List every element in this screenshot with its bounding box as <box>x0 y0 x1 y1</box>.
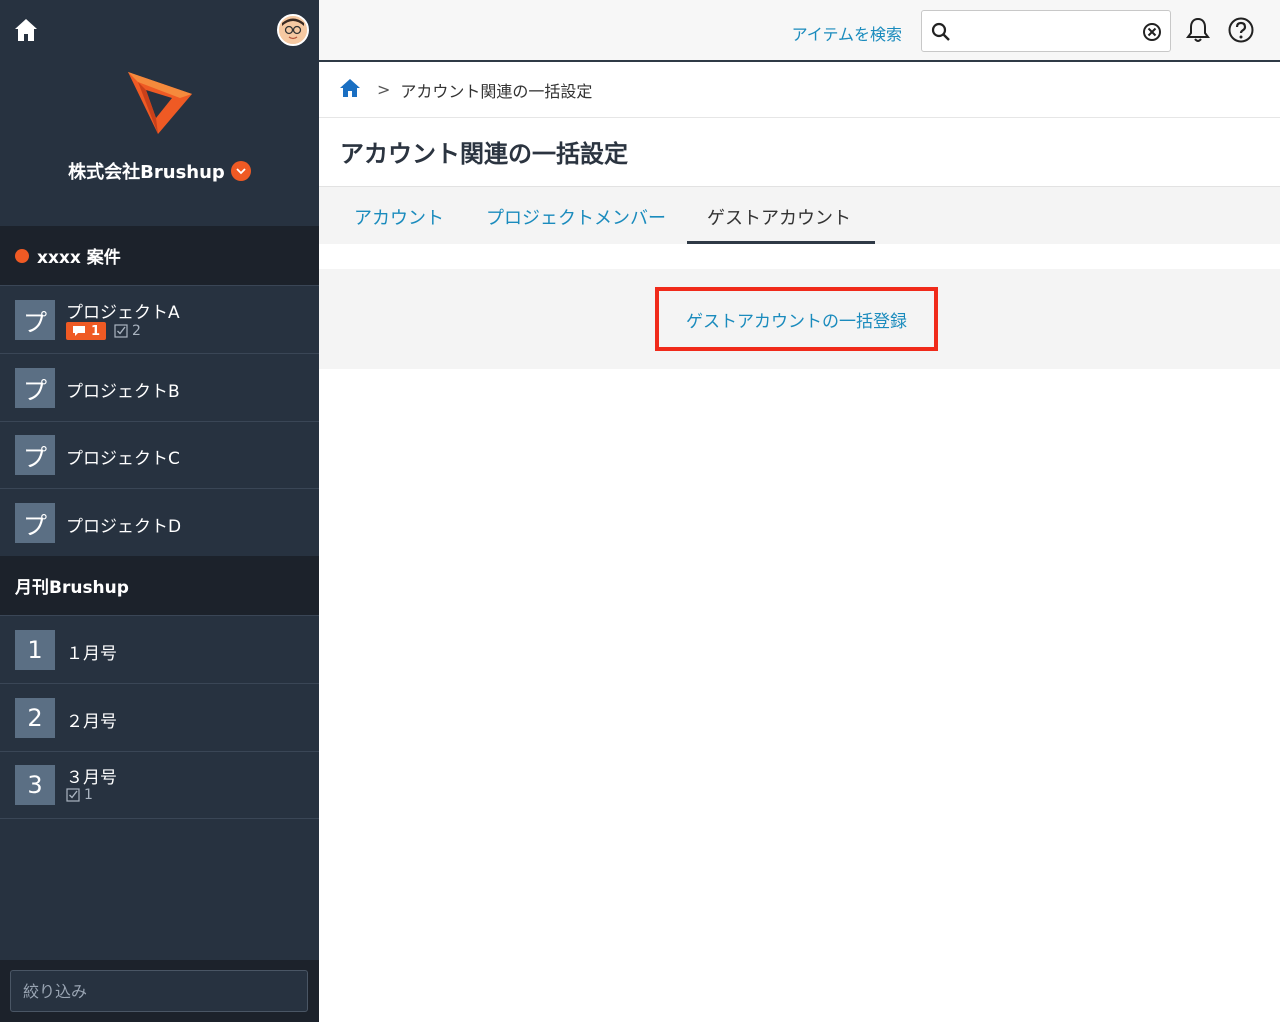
group-header-magazine[interactable]: 月刊Brushup <box>0 556 319 616</box>
tab-project-members[interactable]: プロジェクトメンバー <box>486 204 666 230</box>
chevron-down-icon <box>230 161 251 181</box>
task-count: 1 <box>84 787 93 803</box>
task-count-badge: 2 <box>114 323 141 339</box>
item-meta: 1 2 <box>66 322 141 340</box>
task-count: 2 <box>132 323 141 339</box>
sidebar-item-label: ３月号 <box>66 768 117 788</box>
group-header-project[interactable]: xxxx 案件 <box>0 226 319 286</box>
group-title: xxxx 案件 <box>37 248 121 268</box>
item-meta: 1 <box>66 787 93 803</box>
search-icon <box>931 22 951 46</box>
issue-icon: 3 <box>15 765 55 805</box>
search-input[interactable] <box>921 10 1171 52</box>
sidebar: 株式会社Brushup xxxx 案件 プ プロジェクトA 1 2 プ プロジェ… <box>0 0 319 1022</box>
comment-icon <box>73 326 85 336</box>
item-search-link[interactable]: アイテムを検索 <box>792 21 902 45</box>
comment-count: 1 <box>91 323 101 339</box>
tab-account[interactable]: アカウント <box>354 204 444 230</box>
company-name: 株式会社Brushup <box>68 162 225 183</box>
sidebar-item-label: プロジェクトA <box>66 303 180 323</box>
group-title: 月刊Brushup <box>15 578 129 598</box>
guest-account-panel: ゲストアカウントの一括登録 <box>319 269 1280 369</box>
status-dot-icon <box>15 248 29 263</box>
brushup-logo <box>122 64 198 140</box>
main-content: アイテムを検索 > アカウント関連の一括設定 アカウント関連の一括設定 アカウン… <box>319 0 1280 1022</box>
clear-search-icon[interactable] <box>1142 22 1162 46</box>
active-tab-indicator <box>687 241 875 244</box>
sidebar-top-bar <box>0 0 319 60</box>
top-header: アイテムを検索 <box>319 0 1280 62</box>
sidebar-item-project-b[interactable]: プ プロジェクトB <box>0 354 319 422</box>
task-check-icon <box>66 788 80 802</box>
sidebar-item-issue-2[interactable]: 2 ２月号 <box>0 684 319 752</box>
home-icon[interactable] <box>12 16 40 44</box>
breadcrumb-separator: > <box>377 80 391 99</box>
sidebar-item-label: １月号 <box>66 644 117 664</box>
user-avatar[interactable] <box>277 14 309 46</box>
tab-bar: アカウント プロジェクトメンバー ゲストアカウント <box>319 186 1280 244</box>
task-count-badge: 1 <box>66 787 93 803</box>
task-check-icon <box>114 324 128 338</box>
bulk-register-guest-button[interactable]: ゲストアカウントの一括登録 <box>655 287 938 351</box>
sidebar-item-issue-1[interactable]: 1 １月号 <box>0 616 319 684</box>
filter-area <box>0 960 319 1022</box>
project-icon: プ <box>15 435 55 475</box>
sidebar-item-project-a[interactable]: プ プロジェクトA 1 2 <box>0 286 319 354</box>
tab-guest-account[interactable]: ゲストアカウント <box>707 204 851 230</box>
filter-input[interactable] <box>10 970 308 1012</box>
project-icon: プ <box>15 503 55 543</box>
page-title: アカウント関連の一括設定 <box>340 140 628 168</box>
home-icon[interactable] <box>339 77 361 103</box>
issue-icon: 1 <box>15 630 55 670</box>
comment-badge: 1 <box>66 322 107 340</box>
issue-icon: 2 <box>15 698 55 738</box>
sidebar-item-issue-3[interactable]: 3 ３月号 1 <box>0 751 319 819</box>
project-icon: プ <box>15 300 55 340</box>
bell-icon[interactable] <box>1185 16 1211 48</box>
sidebar-item-label: プロジェクトC <box>66 449 180 469</box>
sidebar-item-project-d[interactable]: プ プロジェクトD <box>0 489 319 557</box>
sidebar-item-label: プロジェクトD <box>66 517 182 537</box>
project-icon: プ <box>15 368 55 408</box>
breadcrumb-current: アカウント関連の一括設定 <box>400 81 593 101</box>
breadcrumb: > アカウント関連の一括設定 <box>319 62 1280 118</box>
sidebar-item-project-c[interactable]: プ プロジェクトC <box>0 421 319 489</box>
company-switcher[interactable]: 株式会社Brushup <box>0 157 319 185</box>
sidebar-item-label: ２月号 <box>66 712 117 732</box>
help-icon[interactable] <box>1227 16 1255 48</box>
sidebar-item-label: プロジェクトB <box>66 382 180 402</box>
